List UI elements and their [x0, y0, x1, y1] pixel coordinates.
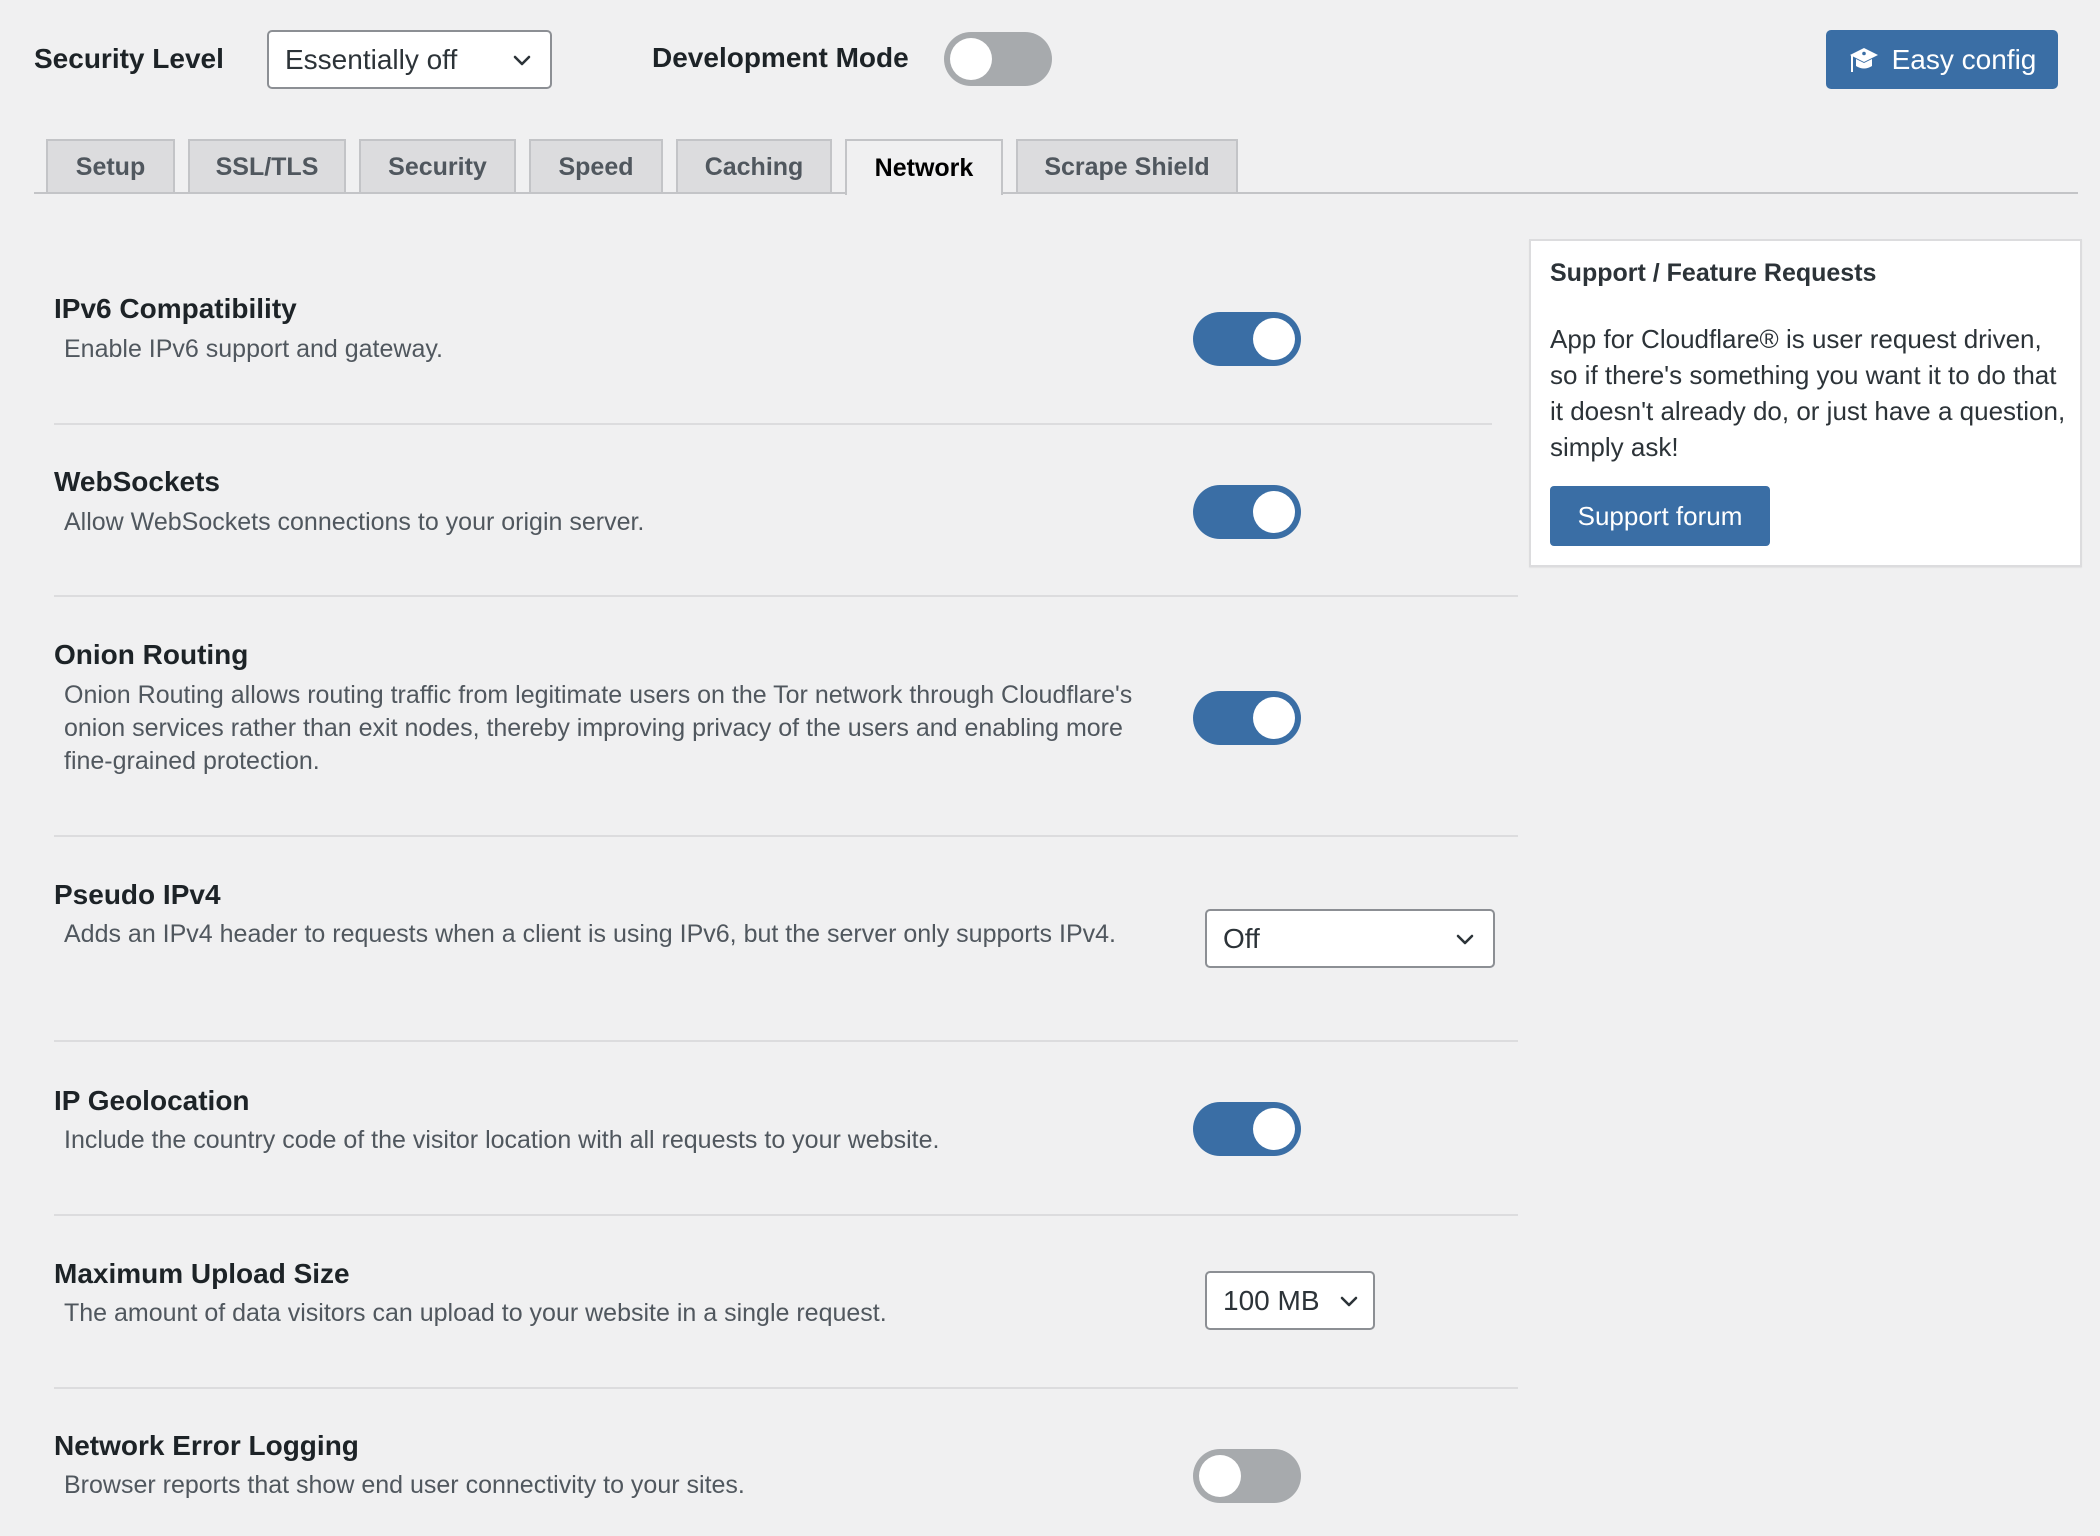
graduation-cap-icon [1848, 45, 1880, 75]
setting-desc-max-upload-size: The amount of data visitors can upload t… [64, 1299, 887, 1327]
setting-desc-websockets: Allow WebSockets connections to your ori… [64, 508, 645, 536]
support-title: Support / Feature Requests [1550, 259, 1877, 287]
support-forum-label: Support forum [1577, 500, 1743, 531]
setting-title-network-error-logging: Network Error Logging [54, 1430, 359, 1461]
ipv6-toggle[interactable] [1193, 312, 1301, 366]
security-level-label: Security Level [34, 43, 224, 74]
tab-security[interactable]: Security [359, 139, 516, 193]
ip-geolocation-toggle[interactable] [1193, 1102, 1301, 1156]
onion-routing-toggle[interactable] [1193, 691, 1301, 745]
tab-speed[interactable]: Speed [529, 139, 663, 193]
divider [54, 1214, 1518, 1216]
support-forum-button[interactable]: Support forum [1550, 486, 1770, 546]
toggle-knob [1253, 491, 1295, 533]
chevron-down-icon [1337, 1289, 1361, 1313]
support-body: App for Cloudflare® is user request driv… [1550, 324, 2066, 462]
easy-config-label: Easy config [1891, 43, 2037, 75]
tab-label: Speed [558, 152, 634, 181]
divider [54, 835, 1518, 837]
max-upload-size-value: 100 MB [1223, 1284, 1320, 1316]
divider [54, 595, 1518, 597]
development-mode-toggle[interactable] [944, 32, 1052, 86]
tab-label: Setup [75, 152, 146, 181]
pseudo-ipv4-select[interactable]: Off [1205, 909, 1495, 968]
setting-title-websockets: WebSockets [54, 466, 220, 497]
toggle-knob [1253, 697, 1295, 739]
tab-ssl-tls[interactable]: SSL/TLS [188, 139, 346, 193]
setting-title-ip-geolocation: IP Geolocation [54, 1085, 250, 1116]
tab-label: Caching [704, 152, 804, 181]
websockets-toggle[interactable] [1193, 485, 1301, 539]
setting-desc-ip-geolocation: Include the country code of the visitor … [64, 1126, 940, 1154]
network-error-logging-toggle[interactable] [1193, 1449, 1301, 1503]
divider [54, 423, 1492, 425]
tab-scrape-shield[interactable]: Scrape Shield [1016, 139, 1238, 193]
security-level-select[interactable]: Essentially off [267, 30, 552, 89]
tab-network[interactable]: Network [845, 139, 1003, 195]
tabs-underline [34, 192, 2078, 194]
tab-label: Scrape Shield [1044, 152, 1210, 181]
max-upload-size-select[interactable]: 100 MB [1205, 1271, 1375, 1330]
divider [54, 1387, 1518, 1389]
tab-setup[interactable]: Setup [46, 139, 175, 193]
tab-label: SSL/TLS [215, 152, 319, 181]
toggle-knob [1253, 318, 1295, 360]
support-panel: Support / Feature Requests App for Cloud… [1529, 239, 2082, 567]
toggle-knob [1199, 1455, 1241, 1497]
toggle-knob [1253, 1108, 1295, 1150]
divider [54, 1040, 1518, 1042]
tab-caching[interactable]: Caching [676, 139, 832, 193]
setting-desc-pseudo-ipv4: Adds an IPv4 header to requests when a c… [64, 920, 1116, 948]
easy-config-button[interactable]: Easy config [1826, 30, 2058, 89]
setting-desc-network-error-logging: Browser reports that show end user conne… [64, 1471, 745, 1499]
security-level-value: Essentially off [285, 43, 458, 75]
chevron-down-icon [1453, 927, 1477, 951]
setting-desc-ipv6: Enable IPv6 support and gateway. [64, 335, 443, 363]
setting-title-max-upload-size: Maximum Upload Size [54, 1258, 350, 1289]
tab-label: Network [874, 153, 974, 182]
setting-title-ipv6: IPv6 Compatibility [54, 293, 297, 324]
development-mode-label: Development Mode [652, 42, 909, 73]
setting-title-onion-routing: Onion Routing [54, 639, 249, 670]
tab-label: Security [388, 152, 487, 181]
chevron-down-icon [510, 48, 534, 72]
setting-title-pseudo-ipv4: Pseudo IPv4 [54, 879, 221, 910]
pseudo-ipv4-value: Off [1223, 922, 1260, 954]
toggle-knob [950, 38, 992, 80]
setting-desc-onion-routing: Onion Routing allows routing traffic fro… [64, 681, 1133, 775]
